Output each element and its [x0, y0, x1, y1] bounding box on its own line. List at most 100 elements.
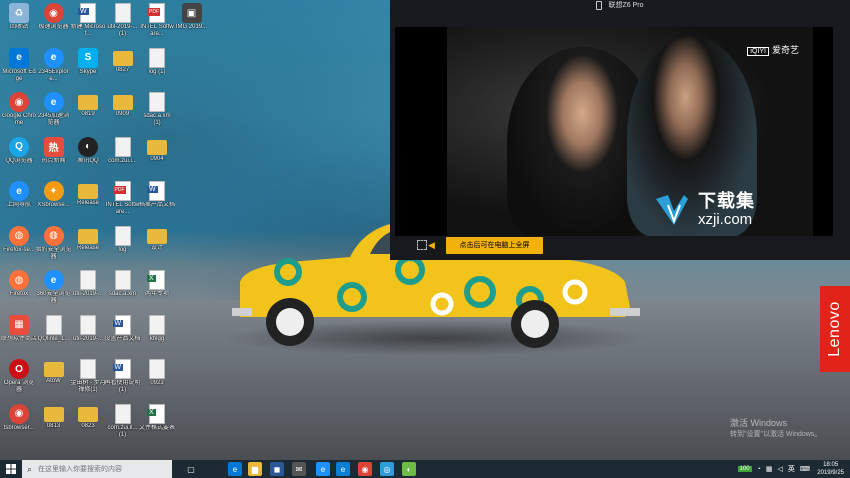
desktop-icon[interactable]: S Skype [70, 46, 106, 88]
desktop-icon[interactable]: sdac.a.xm (1) [139, 90, 175, 132]
desktop-icon[interactable]: 0823 [70, 402, 106, 444]
desktop-icon[interactable]: util-2019-... [70, 313, 106, 355]
folder-icon [147, 228, 167, 244]
desktop-icon[interactable]: 0909 [105, 90, 141, 132]
taskbar-app-task-view-icon[interactable]: ▢ [184, 462, 198, 476]
desktop-icon-label: 极速浏览器 [38, 24, 69, 30]
volume-icon[interactable]: ◁ [778, 465, 783, 473]
desktop-icon[interactable]: QQlinle_1... [36, 313, 72, 355]
desktop-icon-label: 上网导航 [6, 202, 31, 208]
desktop-icon[interactable]: e 上网导航 [1, 179, 37, 221]
desktop[interactable]: ♻回收站◉极速浏览器新建 Microsof...util-2019-... (1… [0, 0, 850, 460]
folder-icon [78, 228, 98, 244]
desktop-icon[interactable]: sdac.a.xm [105, 268, 141, 310]
search-input[interactable] [38, 462, 166, 476]
desktop-icon[interactable]: 金田树 - 步月禅修(1) [70, 357, 106, 399]
taskbar-search[interactable]: ⌕ [22, 460, 172, 478]
desktop-icon[interactable]: e 2345Explore... [36, 46, 72, 88]
desktop-icon-label: com.zui.ll... (1) [107, 424, 138, 438]
desktop-icon-label: 文件格式要表 [139, 424, 175, 431]
phone-mirror-window[interactable]: 联想Z6 Pro iQIYI 爱奇艺 下载集 xzji.com [390, 0, 850, 260]
video-player[interactable]: iQIYI 爱奇艺 下载集 xzji.com [447, 27, 813, 236]
desktop-icon[interactable]: ◍ 猎豹安全浏览器 [36, 224, 72, 266]
taskbar-app-store-icon[interactable]: ◼ [270, 462, 284, 476]
desktop-icon[interactable]: 热热点新闻 [36, 135, 72, 177]
edge-icon: e [9, 47, 29, 68]
desktop-icon[interactable]: Q QQ浏览器 [1, 135, 37, 177]
desktop-icon[interactable]: 新建 Microsof... [70, 1, 106, 43]
desktop-icon[interactable]: INTEL Software... [139, 1, 175, 43]
desktop-icon-label: 0813 [46, 422, 61, 429]
desktop-icon[interactable]: INTEL Software... [105, 179, 141, 221]
desktop-icon[interactable]: 档案产品文档 [139, 179, 175, 221]
desktop-icon[interactable]: log [105, 224, 141, 266]
desktop-icon[interactable]: com.zui.i... [105, 135, 141, 177]
desktop-icon[interactable]: 0904 [139, 135, 175, 177]
desktop-icon[interactable]: 两年专项 [139, 268, 175, 310]
desktop-icon[interactable]: e Microsoft Edge [1, 46, 37, 88]
desktop-icon-label: 2345加速浏览器 [37, 113, 70, 126]
file-icon [80, 314, 96, 335]
battery-indicator[interactable]: 100 [737, 466, 752, 472]
desktop-icon[interactable]: util-2019-... [70, 268, 106, 310]
desktop-icon[interactable]: 设置产品文档 [105, 313, 141, 355]
desktop-icon[interactable]: ◉ Google Chrome [1, 90, 37, 132]
clock-date: 2019/9/25 [817, 470, 844, 476]
desktop-icon[interactable]: log (1) [139, 46, 175, 88]
desktop-icon[interactable]: 设计 [139, 224, 175, 266]
desktop-icon-label: khlgg [149, 335, 165, 342]
lenovo-side-tab[interactable]: Lenovo [820, 286, 850, 372]
desktop-icon[interactable]: 0813 [36, 402, 72, 444]
taskbar-app-edge-icon[interactable]: e [228, 462, 242, 476]
desktop-icon[interactable]: util-2019-... (1) [105, 1, 141, 43]
network-icon[interactable]: ▦ [766, 465, 773, 473]
desktop-icon[interactable]: khlgg [139, 313, 175, 355]
fullscreen-icon[interactable] [417, 240, 427, 250]
desktop-icon-label: 0819 [81, 111, 95, 117]
desktop-icon[interactable]: ▣ IMG 2019... [174, 1, 210, 43]
desktop-icon[interactable]: ◉ tsbrowser... [1, 402, 37, 444]
desktop-icon[interactable]: 再看使用说明(1) [105, 357, 141, 399]
desktop-icon[interactable]: ▦ 联想软件商店 [1, 313, 37, 355]
phone-icon [596, 0, 603, 10]
firefox-icon: ◍ [9, 270, 29, 290]
clock[interactable]: 18:05 2019/9/25 [817, 461, 844, 477]
taskbar-app-lenovo-app-icon[interactable]: ◐ [402, 462, 416, 476]
desktop-icon[interactable]: O Opera 浏览器 [1, 357, 37, 399]
news-icon: 热 [43, 136, 64, 157]
mirror-title-bar[interactable]: 联想Z6 Pro [390, 0, 850, 12]
desktop-icon[interactable]: com.zui.ll... (1) [105, 402, 141, 444]
desktop-icon-label: sdac.a.xm [108, 291, 137, 297]
taskbar-app-file-explorer-icon[interactable]: ▆ [248, 462, 262, 476]
desktop-icon[interactable]: Release [70, 179, 106, 221]
taskbar-app-edge-2-icon[interactable]: e [336, 462, 350, 476]
file-icon [114, 136, 131, 157]
desktop-icon[interactable]: AtoW [36, 357, 72, 399]
taskbar-app-browser-icon[interactable]: ◎ [380, 462, 394, 476]
desktop-icon[interactable]: e 360安全浏览器 [36, 268, 72, 310]
mirror-screen[interactable]: iQIYI 爱奇艺 下载集 xzji.com [395, 27, 833, 236]
desktop-icon[interactable]: ✦ XSbrowse... [36, 179, 72, 221]
taskbar-app-mail-icon[interactable]: ✉ [292, 462, 306, 476]
folder-icon [78, 184, 98, 199]
desktop-icon[interactable]: 0923 [139, 357, 175, 399]
desktop-icon[interactable]: ◍ Firefox-se... [1, 224, 37, 266]
desktop-icon[interactable]: Release [70, 224, 106, 266]
pdf-icon [113, 181, 131, 201]
desktop-icon[interactable]: 0827 [105, 46, 141, 88]
ime-indicator[interactable]: 英 [788, 464, 795, 474]
desktop-icon[interactable]: 0819 [70, 90, 106, 132]
desktop-icon[interactable]: ◍ Firefox [1, 268, 37, 310]
desktop-icon-label: log [118, 246, 127, 253]
desktop-icon[interactable]: ◐ 腾讯QQ [70, 135, 106, 177]
system-tray[interactable]: 100 ◔ ▦ ◁ 英 ⌨ [737, 460, 810, 478]
desktop-icon[interactable]: e 2345加速浏览器 [36, 90, 72, 132]
start-button[interactable] [0, 460, 22, 478]
taskbar-app-ie-icon[interactable]: e [316, 462, 330, 476]
taskbar-app-chrome-icon[interactable]: ◉ [358, 462, 372, 476]
keyboard-icon[interactable]: ⌨ [800, 465, 810, 473]
desktop-icon[interactable]: 文件格式要表 [139, 402, 175, 444]
desktop-icon[interactable]: ◉ 极速浏览器 [36, 1, 72, 43]
qq-tray-icon[interactable]: ◔ [757, 466, 761, 473]
desktop-icon[interactable]: ♻ 回收站 [1, 1, 37, 43]
